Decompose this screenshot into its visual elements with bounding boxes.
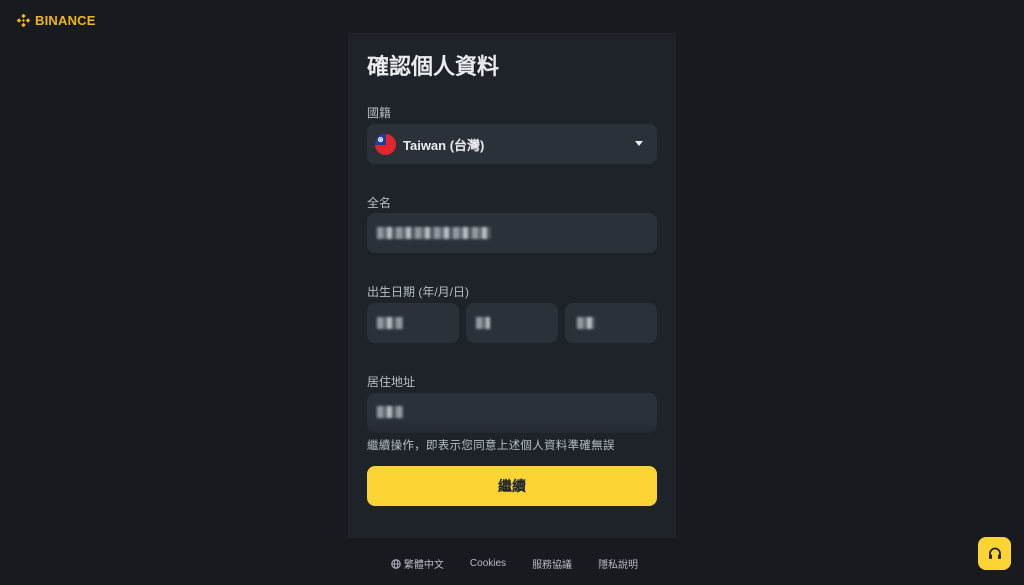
cookies-link[interactable]: Cookies	[470, 556, 506, 571]
dob-month-input[interactable]	[466, 303, 558, 343]
redacted-address	[377, 406, 403, 418]
address-label: 居住地址	[367, 375, 416, 389]
dob-label: 出生日期 (年/月/日)	[367, 285, 469, 299]
nationality-select[interactable]: Taiwan (台灣)	[367, 124, 657, 164]
footer: 繁體中文 Cookies 服務協議 隱私說明	[0, 556, 1024, 571]
globe-icon	[391, 558, 401, 569]
language-selector[interactable]: 繁體中文	[391, 556, 444, 571]
consent-notice: 繼續操作，即表示您同意上述個人資料準確無誤	[367, 440, 615, 452]
personal-info-card: 確認個人資料 國籍 Taiwan (台灣) 全名 出生日期 (年/月/日) 居住…	[348, 33, 676, 538]
redacted-month	[476, 317, 490, 329]
language-label: 繁體中文	[403, 560, 444, 571]
chevron-down-icon	[635, 141, 643, 146]
full-name-input[interactable]	[367, 213, 657, 253]
continue-button[interactable]: 繼續	[367, 466, 657, 506]
terms-link[interactable]: 服務協議	[532, 556, 572, 571]
dob-day-input[interactable]	[565, 303, 657, 343]
binance-logo[interactable]: BINANCE	[16, 13, 96, 28]
dob-year-input[interactable]	[367, 303, 459, 343]
headset-icon	[988, 547, 1001, 559]
redacted-day	[577, 317, 595, 329]
full-name-label: 全名	[367, 196, 392, 210]
privacy-link[interactable]: 隱私說明	[598, 556, 638, 571]
brand-name: BINANCE	[35, 13, 96, 28]
nationality-value: Taiwan (台灣)	[403, 137, 485, 153]
page-title: 確認個人資料	[367, 54, 500, 79]
support-chat-button[interactable]	[978, 537, 1011, 570]
nationality-label: 國籍	[367, 106, 392, 120]
binance-diamond-icon	[16, 13, 31, 28]
taiwan-flag-icon	[375, 133, 396, 155]
redacted-year	[377, 317, 403, 329]
redacted-name	[377, 227, 491, 239]
